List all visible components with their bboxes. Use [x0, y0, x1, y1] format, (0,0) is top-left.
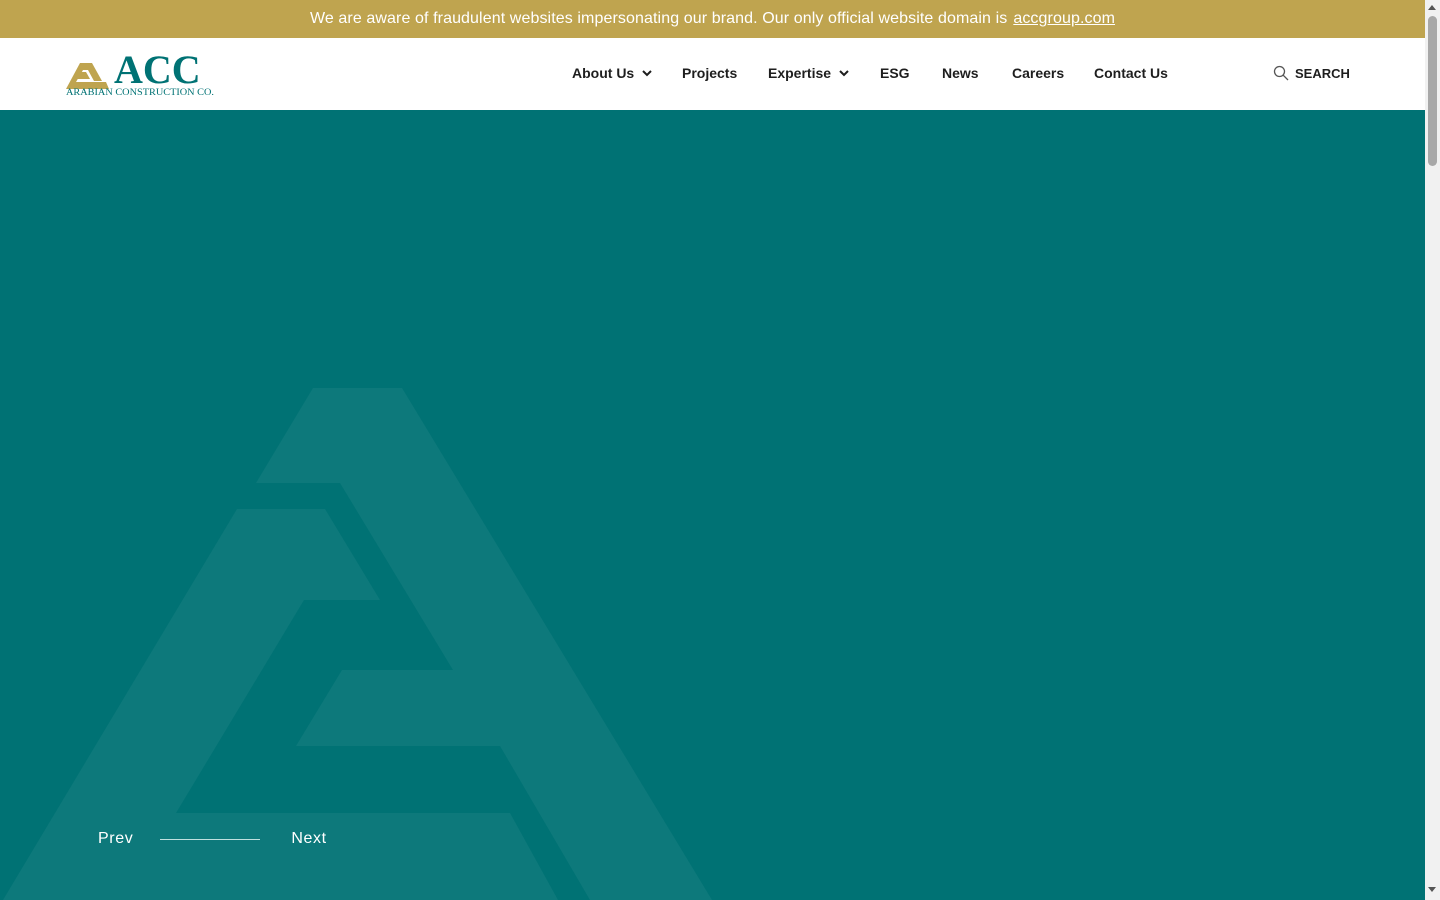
- official-domain-link[interactable]: accgroup.com: [1013, 10, 1115, 28]
- scroll-up-icon[interactable]: [1428, 5, 1436, 10]
- site-header: ACC ARABIAN CONSTRUCTION CO. About Us Pr…: [0, 38, 1425, 110]
- nav-label: Contact Us: [1094, 65, 1168, 81]
- nav-item-careers[interactable]: Careers: [1012, 65, 1064, 81]
- hero-slider: Prev Next: [0, 110, 1425, 900]
- scroll-down-icon[interactable]: [1428, 887, 1436, 892]
- scrollbar-thumb[interactable]: [1428, 16, 1437, 166]
- main-nav: About Us Projects Expertise ESG News Car…: [0, 38, 1425, 110]
- announcement-text: We are aware of fraudulent websites impe…: [309, 10, 1008, 27]
- brand-watermark: [3, 388, 712, 900]
- search-icon: [1273, 65, 1289, 81]
- nav-label: Expertise: [768, 65, 832, 81]
- nav-label: About Us: [572, 65, 635, 81]
- nav-item-expertise[interactable]: Expertise: [768, 65, 849, 81]
- announcement-bar: We are aware of fraudulent websites impe…: [0, 0, 1425, 38]
- slider-controls: Prev Next: [98, 830, 327, 848]
- search-label: SEARCH: [1295, 65, 1350, 81]
- page-scrollbar[interactable]: [1425, 0, 1440, 900]
- nav-item-projects[interactable]: Projects: [682, 65, 737, 81]
- search-button[interactable]: SEARCH: [1273, 65, 1350, 81]
- chevron-down-icon: [642, 70, 652, 77]
- nav-item-about-us[interactable]: About Us: [572, 65, 652, 81]
- nav-item-contact-us[interactable]: Contact Us: [1094, 65, 1168, 81]
- nav-item-news[interactable]: News: [942, 65, 979, 81]
- slider-progress-line: [160, 838, 261, 840]
- chevron-down-icon: [839, 70, 849, 77]
- nav-label: News: [942, 65, 979, 81]
- nav-label: Projects: [682, 65, 738, 81]
- nav-item-esg[interactable]: ESG: [880, 65, 910, 81]
- next-button[interactable]: Next: [291, 830, 326, 848]
- prev-button[interactable]: Prev: [98, 830, 133, 848]
- nav-label: ESG: [880, 65, 910, 81]
- nav-label: Careers: [1012, 65, 1065, 81]
